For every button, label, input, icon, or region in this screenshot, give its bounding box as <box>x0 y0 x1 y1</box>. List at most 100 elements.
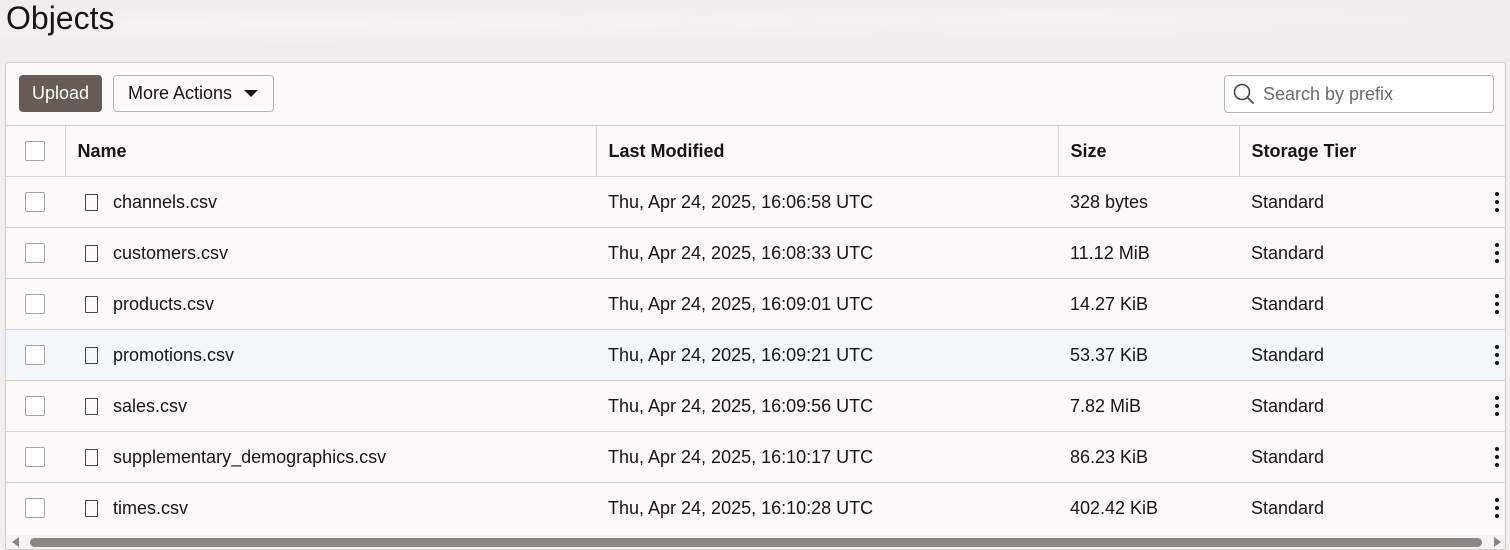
row-checkbox[interactable] <box>25 447 45 467</box>
page-title: Objects <box>6 0 115 36</box>
size-cell: 14.27 KiB <box>1058 278 1239 330</box>
storage-tier-value: Standard <box>1251 344 1325 365</box>
row-select-cell <box>6 227 65 279</box>
file-icon <box>85 346 98 364</box>
storage-tier-value: Standard <box>1251 497 1325 518</box>
name-cell: times.csv <box>65 482 596 534</box>
size-cell: 11.12 MiB <box>1058 227 1239 279</box>
name-cell: supplementary_demographics.csv <box>65 431 596 483</box>
kebab-menu-icon[interactable] <box>1492 345 1502 365</box>
storage-tier-value: Standard <box>1251 191 1325 212</box>
table-row[interactable]: sales.csv Thu, Apr 24, 2025, 16:09:56 UTC… <box>6 380 1505 432</box>
more-actions-label: More Actions <box>128 83 233 103</box>
last-modified-cell: Thu, Apr 24, 2025, 16:10:28 UTC <box>596 482 1058 534</box>
size-cell: 53.37 KiB <box>1058 329 1239 381</box>
object-name-link[interactable]: channels.csv <box>113 192 217 213</box>
name-cell: promotions.csv <box>65 329 596 381</box>
last-modified-cell: Thu, Apr 24, 2025, 16:06:58 UTC <box>596 176 1058 228</box>
column-header-last-modified[interactable]: Last Modified <box>596 125 1059 177</box>
storage-tier-cell: Standard <box>1239 227 1505 279</box>
storage-tier-cell: Standard <box>1239 431 1505 483</box>
row-select-cell <box>6 380 65 432</box>
name-cell: products.csv <box>65 278 596 330</box>
file-icon <box>85 448 98 466</box>
column-header-size[interactable]: Size <box>1058 125 1240 177</box>
storage-tier-cell: Standard <box>1239 329 1505 381</box>
row-select-cell <box>6 278 65 330</box>
column-header-name[interactable]: Name <box>65 125 597 177</box>
kebab-menu-icon[interactable] <box>1492 243 1502 263</box>
storage-tier-cell: Standard <box>1239 278 1505 330</box>
last-modified-cell: Thu, Apr 24, 2025, 16:09:21 UTC <box>596 329 1058 381</box>
last-modified-cell: Thu, Apr 24, 2025, 16:10:17 UTC <box>596 431 1058 483</box>
last-modified-cell: Thu, Apr 24, 2025, 16:09:01 UTC <box>596 278 1058 330</box>
storage-tier-value: Standard <box>1251 293 1325 314</box>
kebab-menu-icon[interactable] <box>1492 396 1502 416</box>
object-name-link[interactable]: times.csv <box>113 498 188 519</box>
kebab-menu-icon[interactable] <box>1492 192 1502 212</box>
table-row[interactable]: channels.csv Thu, Apr 24, 2025, 16:06:58 … <box>6 176 1505 228</box>
kebab-menu-icon[interactable] <box>1492 498 1502 519</box>
file-icon <box>85 193 98 211</box>
storage-tier-value: Standard <box>1251 446 1325 467</box>
search-icon <box>1233 83 1254 104</box>
size-cell: 7.82 MiB <box>1058 380 1239 432</box>
object-name-link[interactable]: supplementary_demographics.csv <box>113 447 386 468</box>
row-select-cell <box>6 329 65 381</box>
scroll-left-icon[interactable] <box>12 537 19 547</box>
file-icon <box>85 295 98 313</box>
file-icon <box>85 397 98 415</box>
size-cell: 402.42 KiB <box>1058 482 1239 534</box>
kebab-menu-icon[interactable] <box>1492 294 1502 314</box>
row-checkbox[interactable] <box>25 294 45 314</box>
last-modified-cell: Thu, Apr 24, 2025, 16:09:56 UTC <box>596 380 1058 432</box>
file-icon <box>85 499 98 517</box>
toolbar: Upload More Actions <box>6 63 1505 126</box>
object-name-link[interactable]: promotions.csv <box>113 345 234 366</box>
last-modified-cell: Thu, Apr 24, 2025, 16:08:33 UTC <box>596 227 1058 279</box>
row-select-cell <box>6 482 65 534</box>
name-cell: channels.csv <box>65 176 596 228</box>
storage-tier-cell: Standard <box>1239 380 1505 432</box>
table-row[interactable]: customers.csv Thu, Apr 24, 2025, 16:08:33… <box>6 227 1505 279</box>
search-input[interactable] <box>1263 83 1483 105</box>
table-row[interactable]: products.csv Thu, Apr 24, 2025, 16:09:01 … <box>6 278 1505 330</box>
table-header-row: Name Last Modified Size Storage Tier <box>6 125 1505 177</box>
row-checkbox[interactable] <box>25 192 45 212</box>
storage-tier-cell: Standard <box>1239 482 1505 534</box>
kebab-menu-icon[interactable] <box>1492 447 1502 467</box>
scrollbar-thumb[interactable] <box>30 538 1482 547</box>
table-row[interactable]: supplementary_demographics.csv Thu, Apr 2… <box>6 431 1505 483</box>
object-name-link[interactable]: sales.csv <box>113 396 187 417</box>
table-row[interactable]: times.csv Thu, Apr 24, 2025, 16:10:28 UTC… <box>6 482 1505 534</box>
search-box[interactable] <box>1224 75 1494 113</box>
size-cell: 86.23 KiB <box>1058 431 1239 483</box>
row-checkbox[interactable] <box>25 498 45 519</box>
object-name-link[interactable]: customers.csv <box>113 243 228 264</box>
size-cell: 328 bytes <box>1058 176 1239 228</box>
row-checkbox[interactable] <box>25 345 45 365</box>
table-row[interactable]: promotions.csv Thu, Apr 24, 2025, 16:09:2… <box>6 329 1505 381</box>
name-cell: customers.csv <box>65 227 596 279</box>
objects-table: Name Last Modified Size Storage Tier cha… <box>6 125 1505 534</box>
upload-button[interactable]: Upload <box>19 75 102 112</box>
select-all-checkbox[interactable] <box>25 141 45 161</box>
page-header-background <box>0 0 1510 62</box>
caret-down-icon <box>244 90 259 97</box>
name-cell: sales.csv <box>65 380 596 432</box>
row-checkbox[interactable] <box>25 396 45 416</box>
column-header-storage-tier[interactable]: Storage Tier <box>1239 125 1505 177</box>
file-icon <box>85 244 98 262</box>
row-select-cell <box>6 176 65 228</box>
scroll-right-icon[interactable] <box>1494 537 1501 547</box>
objects-panel: Upload More Actions Name Last Modified S… <box>5 62 1506 550</box>
row-checkbox[interactable] <box>25 243 45 263</box>
table-body: channels.csv Thu, Apr 24, 2025, 16:06:58 … <box>6 176 1505 534</box>
storage-tier-cell: Standard <box>1239 176 1505 228</box>
storage-tier-value: Standard <box>1251 395 1325 416</box>
row-select-cell <box>6 431 65 483</box>
header-select-all-cell <box>6 125 66 177</box>
more-actions-button[interactable]: More Actions <box>113 75 274 112</box>
object-name-link[interactable]: products.csv <box>113 294 214 315</box>
horizontal-scrollbar[interactable] <box>6 535 1505 549</box>
